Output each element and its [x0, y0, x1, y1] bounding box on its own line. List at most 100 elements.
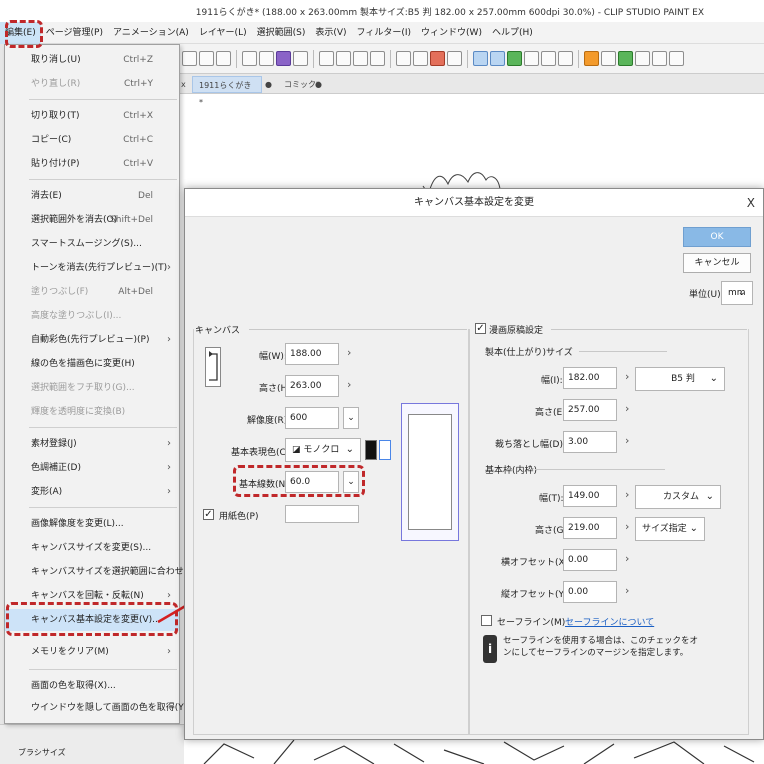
bind-width-label: 幅(I):: [541, 376, 563, 386]
menu-item-border-selection[interactable]: 選択範囲をフチ取り(G)...: [5, 377, 179, 399]
chevron-right-icon[interactable]: ›: [625, 402, 629, 415]
resolution-field[interactable]: 600: [285, 407, 339, 429]
safeline-help-link[interactable]: セーフラインについて: [565, 615, 654, 628]
camera-icon[interactable]: [652, 51, 667, 66]
chevron-down-icon: ⌄: [345, 444, 354, 455]
eyedropper-icon[interactable]: [601, 51, 616, 66]
resolution-dropdown[interactable]: ⌄: [343, 407, 359, 429]
color-mode-select[interactable]: ◪ モノクロ ⌄: [285, 438, 361, 462]
menu-view[interactable]: 表示(V): [310, 22, 351, 44]
chevron-right-icon[interactable]: ›: [347, 346, 351, 359]
menu-item-erase[interactable]: 消去(E) Del: [5, 185, 179, 207]
frame-height-field[interactable]: 219.00: [563, 517, 617, 539]
menu-item-canvas-size[interactable]: キャンバスサイズを変更(S)...: [5, 537, 179, 559]
menu-item-line-color[interactable]: 線の色を描画色に変更(H): [5, 353, 179, 375]
menu-item-paste[interactable]: 貼り付け(P) Ctrl+V: [5, 153, 179, 175]
menu-item-clear-memory[interactable]: メモリをクリア(M) ›: [5, 641, 179, 663]
chevron-right-icon[interactable]: ›: [347, 378, 351, 391]
settings-icon[interactable]: [669, 51, 684, 66]
frame-icon[interactable]: [259, 51, 274, 66]
menu-page[interactable]: ページ管理(P): [41, 22, 108, 44]
menu-filter[interactable]: フィルター(I): [352, 22, 417, 44]
close-icon[interactable]: X: [747, 189, 755, 217]
doc-tab-1-close[interactable]: x: [178, 76, 192, 93]
menu-item-image-resolution[interactable]: 画像解像度を変更(L)...: [5, 513, 179, 535]
chevron-right-icon[interactable]: ›: [625, 584, 629, 597]
crop-icon[interactable]: [336, 51, 351, 66]
ruler-icon[interactable]: [473, 51, 488, 66]
pen-icon[interactable]: [490, 51, 505, 66]
frame-size-spec-select[interactable]: サイズ指定 ⌄: [635, 517, 705, 541]
cancel-button[interactable]: キャンセル: [683, 253, 751, 273]
lasso-icon[interactable]: [524, 51, 539, 66]
menu-item-luminance[interactable]: 輝度を透明度に変換(B): [5, 401, 179, 423]
doc-tab-2[interactable]: コミック*: [278, 76, 338, 93]
ok-button[interactable]: OK: [683, 227, 751, 247]
transform-icon[interactable]: [276, 51, 291, 66]
undo-icon[interactable]: [396, 51, 411, 66]
mask-icon[interactable]: [447, 51, 462, 66]
unit-select[interactable]: mm ⌄: [721, 281, 753, 305]
menu-layer[interactable]: レイヤー(L): [194, 22, 252, 44]
menu-item-undo[interactable]: 取り消し(U) Ctrl+Z: [5, 49, 179, 71]
flag-icon[interactable]: [618, 51, 633, 66]
safeline-checkbox[interactable]: [481, 615, 492, 626]
chevron-right-icon[interactable]: ›: [625, 520, 629, 533]
chevron-right-icon[interactable]: ›: [625, 370, 629, 383]
menu-item-erase-tone[interactable]: トーンを消去(先行プレビュー)(T) ›: [5, 257, 179, 279]
height-field[interactable]: 263.00: [285, 375, 339, 397]
doc-tab-1[interactable]: 1911らくがき*: [192, 76, 262, 107]
chevron-right-icon[interactable]: ›: [625, 488, 629, 501]
new-file-icon[interactable]: [182, 51, 197, 66]
bind-height-field[interactable]: 257.00: [563, 399, 617, 421]
menu-item-redo[interactable]: やり直し(R) Ctrl+Y: [5, 73, 179, 95]
orientation-toggle[interactable]: [205, 347, 221, 387]
frame-width-field[interactable]: 149.00: [563, 485, 617, 507]
bind-preset-select[interactable]: B5 判 ⌄: [635, 367, 725, 391]
frame-preset-select[interactable]: カスタム ⌄: [635, 485, 721, 509]
magic-wand-icon[interactable]: [558, 51, 573, 66]
cut-icon[interactable]: [353, 51, 368, 66]
chevron-down-icon: ⌄: [347, 413, 355, 423]
chevron-right-icon[interactable]: ›: [625, 434, 629, 447]
menu-item-auto-color[interactable]: 自動彩色(先行プレビュー)(P) ›: [5, 329, 179, 351]
paper-color-checkbox[interactable]: ✓: [203, 509, 214, 520]
menu-item-fill[interactable]: 塗りつぶし(F) Alt+Del: [5, 281, 179, 303]
menu-item-erase-outside[interactable]: 選択範囲外を消去(O) Shift+Del: [5, 209, 179, 231]
menu-help[interactable]: ヘルプ(H): [487, 22, 538, 44]
menu-item-cut[interactable]: 切り取り(T) Ctrl+X: [5, 105, 179, 127]
menu-item-copy[interactable]: コピー(C) Ctrl+C: [5, 129, 179, 151]
menu-item-hide-window-get-color[interactable]: ウインドウを隠して画面の色を取得(Y)...: [5, 697, 196, 719]
width-field[interactable]: 188.00: [285, 343, 339, 365]
yoffset-field[interactable]: 0.00: [563, 581, 617, 603]
link-icon[interactable]: [635, 51, 650, 66]
redo-icon[interactable]: [413, 51, 428, 66]
menu-selection[interactable]: 選択範囲(S): [252, 22, 311, 44]
menu-item-smart-smoothing[interactable]: スマートスムージング(S)...: [5, 233, 179, 255]
bleed-field[interactable]: 3.00: [563, 431, 617, 453]
paper-color-swatch[interactable]: [285, 505, 359, 523]
white-swatch[interactable]: [379, 440, 391, 460]
layer-icon[interactable]: [430, 51, 445, 66]
fill-icon[interactable]: [319, 51, 334, 66]
menu-item-register-material[interactable]: 素材登録(J) ›: [5, 433, 179, 455]
orange-tool-icon[interactable]: [584, 51, 599, 66]
black-swatch[interactable]: [365, 440, 377, 460]
chevron-right-icon[interactable]: ›: [625, 552, 629, 565]
grid-icon[interactable]: [242, 51, 257, 66]
bind-width-field[interactable]: 182.00: [563, 367, 617, 389]
select-icon[interactable]: [541, 51, 556, 66]
xoffset-field[interactable]: 0.00: [563, 549, 617, 571]
doc-tab-1-dot: ●: [265, 80, 272, 89]
menu-item-advanced-fill[interactable]: 高度な塗りつぶし(I)...: [5, 305, 179, 327]
copy-icon[interactable]: [370, 51, 385, 66]
open-file-icon[interactable]: [199, 51, 214, 66]
menu-window[interactable]: ウィンドウ(W): [416, 22, 487, 44]
menu-animation[interactable]: アニメーション(A): [108, 22, 194, 44]
clear-icon[interactable]: [293, 51, 308, 66]
green-tool-icon[interactable]: [507, 51, 522, 66]
menu-item-get-screen-color[interactable]: 画面の色を取得(X)...: [5, 675, 179, 697]
menu-item-tonal-correction[interactable]: 色調補正(D) ›: [5, 457, 179, 479]
save-icon[interactable]: [216, 51, 231, 66]
menu-item-transform[interactable]: 変形(A) ›: [5, 481, 179, 503]
